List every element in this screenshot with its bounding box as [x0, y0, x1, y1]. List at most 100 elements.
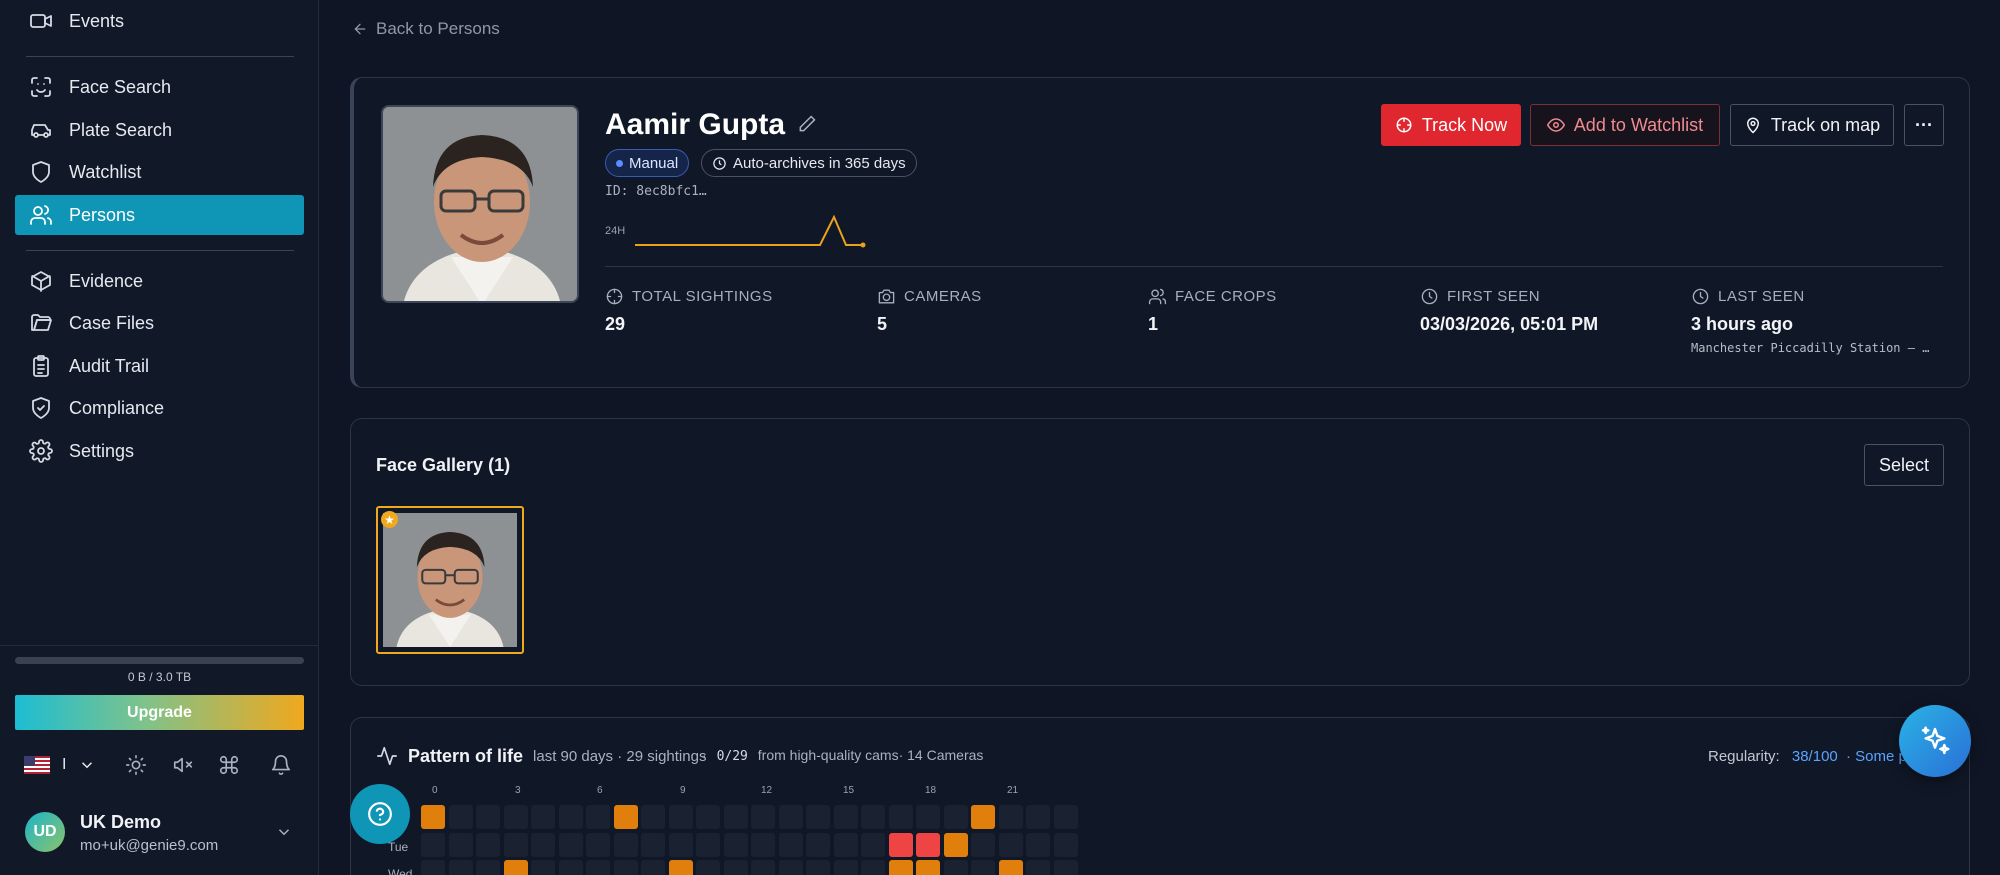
heatmap-cell	[586, 832, 610, 857]
sidebar-item-persons[interactable]: Persons	[15, 195, 304, 235]
heatmap-cell	[778, 860, 803, 875]
add-to-watchlist-button[interactable]: Add to Watchlist	[1530, 104, 1720, 146]
eye-icon	[1546, 118, 1565, 132]
person-portrait	[381, 105, 579, 303]
add-to-watchlist-label: Add to Watchlist	[1573, 114, 1704, 135]
user-avatar[interactable]: UD	[25, 812, 65, 852]
video-icon	[30, 14, 52, 28]
heatmap-cell	[998, 832, 1023, 857]
hour-label: 21	[1007, 785, 1019, 796]
sidebar-divider	[26, 56, 294, 57]
face-gallery-title: Face Gallery (1)	[376, 455, 511, 475]
users-icon	[30, 205, 52, 225]
stat-face-crops: FACE CROPS 1	[1148, 287, 1277, 335]
notifications-button[interactable]	[270, 749, 292, 781]
heatmap-cell	[558, 832, 583, 857]
sidebar-item-plate-search[interactable]: Plate Search	[15, 110, 304, 150]
chevron-down-icon[interactable]	[275, 823, 293, 841]
mute-toggle[interactable]	[172, 749, 194, 781]
heatmap-cell	[998, 860, 1023, 875]
user-name: UK Demo	[80, 812, 162, 832]
sidebar-item-evidence[interactable]: Evidence	[15, 261, 304, 301]
profile-divider	[605, 266, 1943, 267]
stat-first-seen: FIRST SEEN 03/03/2026, 05:01 PM	[1420, 287, 1598, 335]
track-now-button[interactable]: Track Now	[1381, 104, 1521, 146]
back-link-label: Back to Persons	[376, 19, 500, 38]
sidebar-item-settings[interactable]: Settings	[15, 431, 304, 471]
sidebar-item-audit-trail[interactable]: Audit Trail	[15, 346, 304, 386]
stat-value: 03/03/2026, 05:01 PM	[1420, 314, 1599, 334]
edit-pencil-icon[interactable]	[797, 114, 817, 134]
sidebar-item-label: Settings	[69, 440, 135, 461]
hour-label: 9	[680, 785, 686, 796]
ai-assistant-button[interactable]	[1899, 705, 1971, 777]
shield-check-icon	[32, 397, 50, 419]
stat-total-sightings: TOTAL SIGHTINGS 29	[605, 287, 773, 335]
heatmap-cell	[943, 860, 968, 875]
heatmap-cell	[1053, 805, 1078, 829]
user-email: mo+uk@genie9.com	[80, 837, 219, 854]
heatmap-cell	[421, 832, 445, 857]
regularity-note: · Some p	[1845, 748, 1907, 765]
crosshair-icon	[1396, 117, 1412, 133]
theme-toggle[interactable]	[125, 749, 147, 781]
package-icon	[31, 271, 51, 292]
heatmap-cell	[476, 805, 500, 829]
heatmap-cell	[806, 860, 830, 875]
heatmap-cell	[586, 805, 610, 829]
heatmap-cell	[613, 832, 638, 857]
heatmap-cell	[531, 805, 555, 829]
heatmap-cell	[861, 832, 885, 857]
help-button[interactable]	[350, 784, 410, 844]
heatmap-cell	[503, 860, 528, 875]
heatmap-cell	[421, 805, 445, 829]
heatmap-cell	[1026, 832, 1050, 857]
map-pin-icon	[1746, 117, 1759, 134]
stat-label: FIRST SEEN	[1447, 288, 1541, 305]
command-palette-button[interactable]	[218, 749, 240, 781]
sidebar-item-label: Audit Trail	[69, 355, 150, 376]
track-on-map-button[interactable]: Track on map	[1730, 104, 1894, 146]
clock-icon	[1692, 288, 1709, 305]
sidebar-item-label: Events	[69, 10, 125, 31]
heatmap-cell	[558, 860, 583, 875]
chevron-down-icon	[82, 762, 93, 769]
heatmap-cell	[613, 860, 638, 875]
language-selector[interactable]: I	[24, 749, 96, 781]
select-button[interactable]: Select	[1864, 444, 1944, 486]
gear-icon	[29, 439, 53, 463]
sidebar-item-compliance[interactable]: Compliance	[15, 388, 304, 428]
regularity-value: 38/100	[1791, 748, 1838, 765]
sidebar-item-events[interactable]: Events	[15, 1, 304, 41]
clock-icon	[713, 156, 726, 170]
heatmap-cell	[668, 832, 693, 857]
sparkline-label: 24H	[605, 225, 626, 237]
upgrade-button[interactable]: Upgrade	[15, 695, 304, 730]
heatmap-cell	[833, 832, 858, 857]
heatmap-cell	[971, 832, 995, 857]
face-thumbnail[interactable]	[376, 506, 524, 654]
face-gallery-card	[350, 418, 1970, 686]
sidebar-item-case-files[interactable]: Case Files	[15, 303, 304, 343]
arrow-left-icon	[354, 23, 366, 35]
stat-label: TOTAL SIGHTINGS	[632, 288, 773, 305]
us-flag-icon	[24, 756, 50, 774]
sidebar-item-label: Compliance	[69, 397, 165, 418]
sidebar-item-face-search[interactable]: Face Search	[15, 67, 304, 107]
back-link[interactable]: Back to Persons	[352, 19, 500, 39]
primary-star-icon: ★	[381, 511, 398, 528]
hour-label: 15	[843, 785, 855, 796]
heatmap-cell	[806, 805, 830, 829]
heatmap-cell	[943, 832, 968, 857]
heatmap-cell	[1053, 860, 1078, 875]
heatmap-cell	[971, 860, 995, 875]
more-actions-button[interactable]: ···	[1904, 104, 1944, 146]
pattern-of-life-header: Pattern of life last 90 days · 29 sighti…	[376, 745, 706, 767]
track-on-map-label: Track on map	[1770, 114, 1881, 135]
sidebar-item-watchlist[interactable]: Watchlist	[15, 152, 304, 192]
hour-label: 3	[515, 785, 521, 796]
sidebar-item-label: Plate Search	[69, 119, 173, 140]
hour-label: 18	[925, 785, 937, 796]
heatmap-cell	[668, 860, 693, 875]
heatmap-cell	[778, 805, 803, 829]
